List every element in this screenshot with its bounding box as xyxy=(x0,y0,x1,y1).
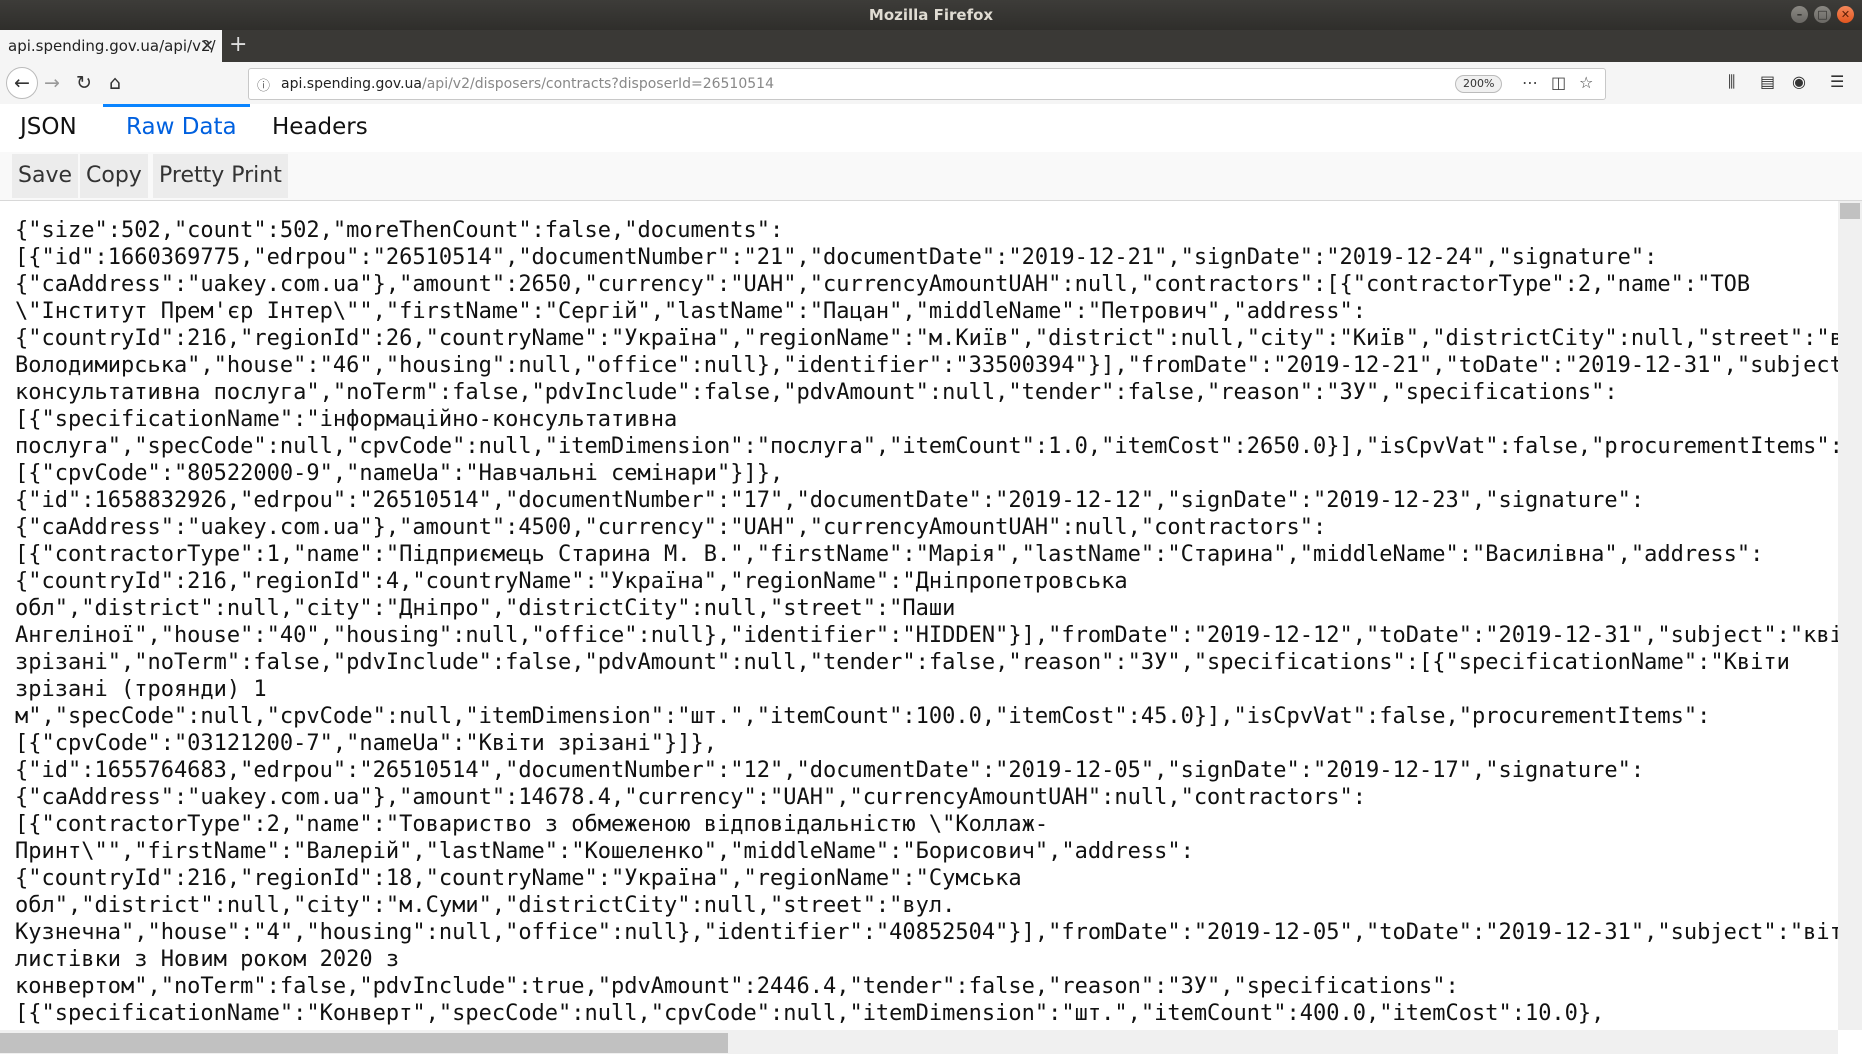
url-path: /api/v2/disposers/contracts?disposerId=2… xyxy=(422,76,774,92)
url-bar[interactable]: ⓘ api.spending.gov.ua/api/v2/disposers/c… xyxy=(248,68,1606,100)
reload-icon[interactable]: ↻ xyxy=(70,69,98,97)
save-button[interactable]: Save xyxy=(12,154,79,198)
new-tab-icon[interactable]: + xyxy=(229,32,247,57)
horizontal-scroll-thumb[interactable] xyxy=(0,1033,728,1053)
raw-line: \"Інститут Прем'єр Інтер\"","firstName":… xyxy=(15,299,1367,324)
raw-line: {"caAddress":"uakey.com.ua"},"amount":45… xyxy=(15,515,1327,540)
url-host: api.spending.gov.ua xyxy=(281,76,423,92)
raw-line: Ангеліної","house":"40","housing":null,"… xyxy=(15,623,1838,648)
raw-line: {"caAddress":"uakey.com.ua"},"amount":14… xyxy=(15,785,1367,810)
raw-line: послуга","specCode":null,"cpvCode":null,… xyxy=(15,434,1838,459)
tab-json[interactable]: JSON xyxy=(20,114,77,140)
horizontal-scrollbar[interactable] xyxy=(0,1030,1838,1054)
home-icon[interactable]: ⌂ xyxy=(101,69,129,97)
browser-tab[interactable]: api.spending.gov.ua/api/v2/ ✕ xyxy=(0,30,222,62)
raw-line: обл","district":null,"city":"м.Суми","di… xyxy=(15,893,956,918)
window-title-bar: Mozilla Firefox – □ ✕ xyxy=(0,0,1862,30)
raw-line: Кузнечна","house":"4","housing":null,"of… xyxy=(15,920,1838,945)
zoom-badge[interactable]: 200% xyxy=(1455,75,1503,93)
sidebar-icon[interactable]: ▤ xyxy=(1760,72,1775,91)
raw-data-toolbar: Save Copy Pretty Print xyxy=(0,152,1862,201)
copy-button[interactable]: Copy xyxy=(80,154,148,198)
page-actions-icon[interactable]: ⋯ xyxy=(1522,73,1538,92)
tab-raw-data[interactable]: Raw Data xyxy=(126,114,237,140)
close-tab-icon[interactable]: ✕ xyxy=(201,36,214,55)
raw-line: [{"cpvCode":"80522000-9","nameUa":"Навча… xyxy=(15,461,784,486)
bookmark-star-icon[interactable]: ☆ xyxy=(1579,73,1593,92)
page-info-icon[interactable]: ⓘ xyxy=(257,75,273,94)
vertical-scrollbar[interactable] xyxy=(1838,201,1862,1030)
raw-line: м","specCode":null,"cpvCode":null,"itemD… xyxy=(15,704,1711,729)
back-arrow-icon[interactable]: ← xyxy=(6,67,38,99)
raw-line: {"caAddress":"uakey.com.ua"},"amount":26… xyxy=(15,272,1751,297)
pretty-print-button[interactable]: Pretty Print xyxy=(153,154,288,198)
raw-json-text: {"size":502,"count":502,"moreThenCount":… xyxy=(0,201,1838,1027)
window-title: Mozilla Firefox xyxy=(868,6,994,24)
raw-line: листівки з Новим роком 2020 з xyxy=(15,947,400,972)
maximize-icon[interactable]: □ xyxy=(1814,6,1831,23)
raw-line: {"countryId":216,"regionId":18,"countryN… xyxy=(15,866,1022,891)
url-text[interactable]: api.spending.gov.ua/api/v2/disposers/con… xyxy=(281,76,774,92)
active-tab-indicator xyxy=(103,104,250,107)
raw-line: Володимирська","house":"46","housing":nu… xyxy=(15,353,1838,378)
raw-line: конвертом","noTerm":false,"pdvInclude":t… xyxy=(15,974,1459,999)
vertical-scroll-thumb[interactable] xyxy=(1840,203,1860,219)
raw-line: [{"contractorType":1,"name":"Підприємець… xyxy=(15,542,1764,567)
menu-icon[interactable]: ☰ xyxy=(1830,72,1844,91)
raw-line: {"id":1658832926,"edrpou":"26510514","do… xyxy=(15,488,1645,513)
raw-line: [{"id":1660369775,"edrpou":"26510514","d… xyxy=(15,245,1658,270)
raw-line: [{"specificationName":"Конверт","specCod… xyxy=(15,1001,1605,1026)
tab-strip: api.spending.gov.ua/api/v2/ ✕ + xyxy=(0,30,1862,62)
pocket-icon[interactable]: ◫ xyxy=(1551,73,1566,92)
raw-line: {"countryId":216,"regionId":26,"countryN… xyxy=(15,326,1838,351)
raw-line: зрізані (троянди) 1 xyxy=(15,677,267,702)
raw-line: обл","district":null,"city":"Дніпро","di… xyxy=(15,596,956,621)
raw-line: зрізані","noTerm":false,"pdvInclude":fal… xyxy=(15,650,1790,675)
minimize-icon[interactable]: – xyxy=(1791,6,1808,23)
raw-line: {"countryId":216,"regionId":4,"countryNa… xyxy=(15,569,1128,594)
raw-line: [{"specificationName":"інформаційно-конс… xyxy=(15,407,678,432)
close-window-icon[interactable]: ✕ xyxy=(1837,6,1854,23)
browser-tab-label: api.spending.gov.ua/api/v2/ xyxy=(8,37,216,55)
raw-line: консультативна послуга","noTerm":false,"… xyxy=(15,380,1618,405)
json-viewer-tabs: JSON Raw Data Headers xyxy=(0,104,1862,153)
account-icon[interactable]: ◉ xyxy=(1792,72,1806,91)
raw-line: {"id":1655764683,"edrpou":"26510514","do… xyxy=(15,758,1645,783)
tab-headers[interactable]: Headers xyxy=(272,114,368,140)
raw-line: Принт\"","firstName":"Валерій","lastName… xyxy=(15,839,1194,864)
raw-line: {"size":502,"count":502,"moreThenCount":… xyxy=(15,218,784,243)
forward-arrow-icon[interactable]: → xyxy=(38,69,66,97)
raw-line: [{"contractorType":2,"name":"Товариство … xyxy=(15,812,1049,837)
library-icon[interactable]: ⫼ xyxy=(1728,72,1735,92)
navigation-bar: ← → ↻ ⌂ ⓘ api.spending.gov.ua/api/v2/dis… xyxy=(0,62,1862,105)
raw-line: [{"cpvCode":"03121200-7","nameUa":"Квіти… xyxy=(15,731,717,756)
raw-data-panel: {"size":502,"count":502,"moreThenCount":… xyxy=(0,201,1838,1030)
